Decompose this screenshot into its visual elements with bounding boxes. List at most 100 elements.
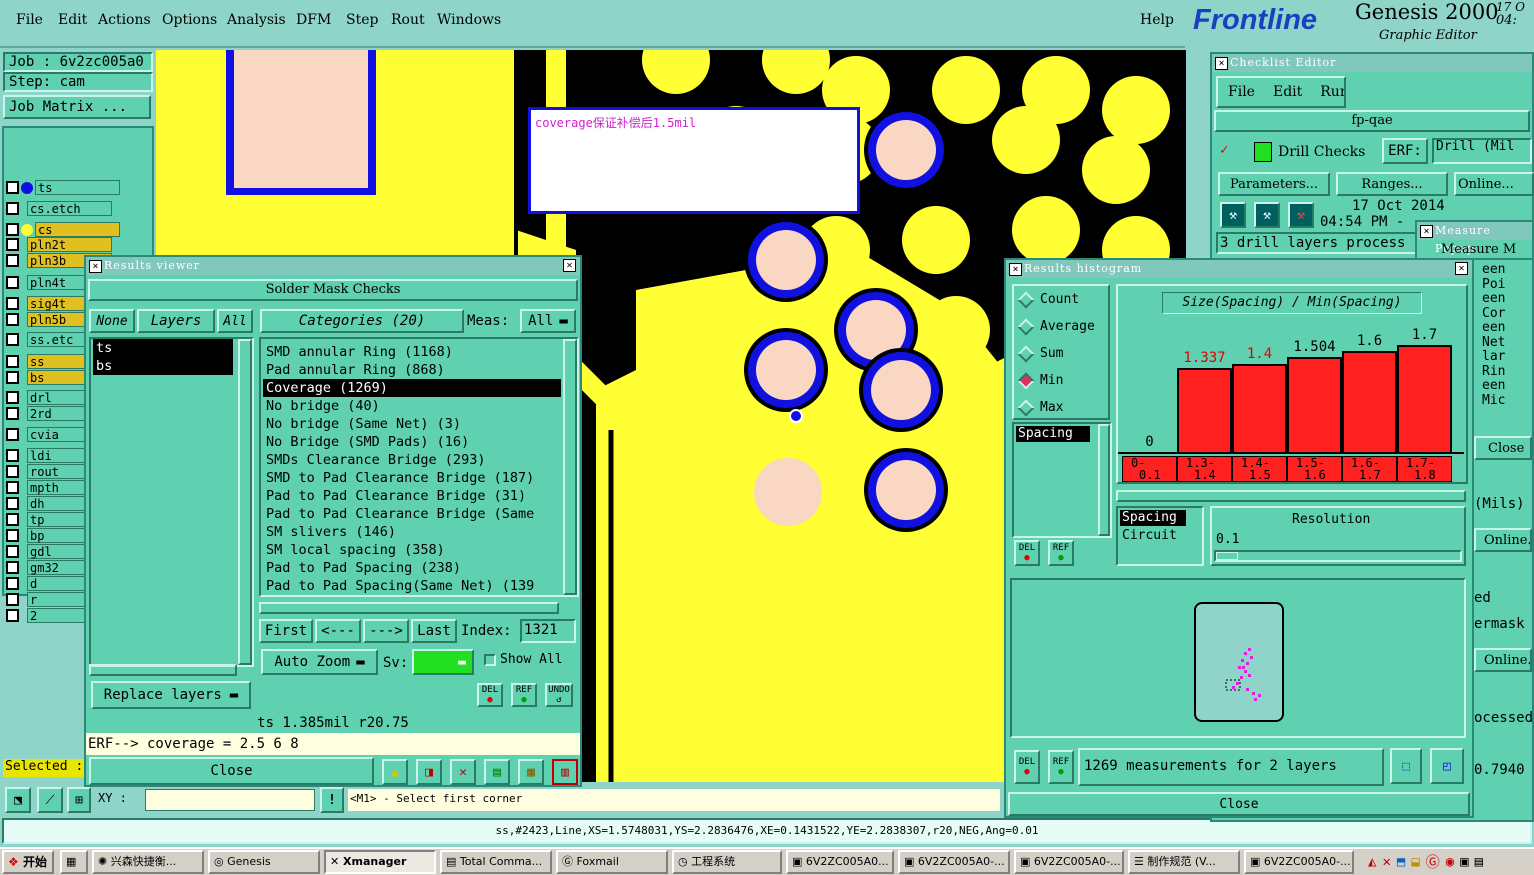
close-icon[interactable]: ✕ <box>563 259 576 272</box>
category-item[interactable]: Pad to Pad Clearance Bridge (Same <box>263 505 561 523</box>
tray-icon[interactable]: ◉ <box>1446 854 1454 870</box>
layer-checkbox[interactable] <box>6 238 19 251</box>
layer-checkbox[interactable] <box>6 481 19 494</box>
histogram-bar[interactable] <box>1342 351 1397 452</box>
replace-layers-dropdown[interactable]: Replace layers ▬ <box>91 681 251 709</box>
taskbar-item[interactable]: ☰ 制作规范 (V... <box>1128 850 1240 874</box>
category-item[interactable]: SMD annular Ring (1168) <box>263 343 561 361</box>
layer-checkbox[interactable] <box>6 497 19 510</box>
del-button[interactable]: DEL ● <box>477 683 503 707</box>
layer-checkbox[interactable] <box>6 202 19 215</box>
radio-icon[interactable] <box>1017 291 1035 308</box>
category-item[interactable]: SM local spacing (358) <box>263 541 561 559</box>
category-item[interactable]: No Bridge (SMD Pads) (16) <box>263 433 561 451</box>
vertical-scrollbar[interactable] <box>1098 424 1110 536</box>
stat-option-min[interactable]: Min <box>1017 372 1063 389</box>
taskbar-item[interactable]: ▣ 6V2ZC005A0-... <box>898 850 1010 874</box>
slider-handle[interactable] <box>1216 552 1238 560</box>
index-input[interactable]: 1321 <box>520 619 576 643</box>
menu-dfm[interactable]: DFM <box>296 12 331 28</box>
tray-icon[interactable]: ✕ <box>1382 854 1390 870</box>
export-tool-icon[interactable]: ◨ <box>416 759 442 785</box>
list-item[interactable]: bs <box>93 357 233 375</box>
first-button[interactable]: First <box>259 619 313 643</box>
auto-zoom-dropdown[interactable]: Auto Zoom ▬ <box>261 649 378 675</box>
layer-row[interactable]: cs <box>6 222 120 237</box>
undo-button[interactable]: UNDO ↺ <box>545 683 573 707</box>
layer-checkbox[interactable] <box>6 333 19 346</box>
online-button-2[interactable]: Online... <box>1474 528 1532 552</box>
category-item[interactable]: Pad to Pad Clearance Bridge (31) <box>263 487 561 505</box>
layer-name[interactable]: cs <box>35 222 120 237</box>
highlight-tool-icon[interactable]: ▲ <box>382 759 408 785</box>
layer-checkbox[interactable] <box>6 355 19 368</box>
type-listbox[interactable]: Spacing Circuit <box>1116 506 1204 566</box>
category-item[interactable]: Pad to Pad Spacing (238) <box>263 559 561 577</box>
menu-actions[interactable]: Actions <box>98 12 151 28</box>
categories-button[interactable]: Categories (20) <box>260 309 464 333</box>
tray-icon[interactable]: Ⓖ <box>1426 852 1440 872</box>
layer-checkbox[interactable] <box>6 593 19 606</box>
layer-row[interactable]: pln2t <box>6 237 112 252</box>
radio-icon[interactable] <box>1017 318 1035 335</box>
histogram-bar[interactable] <box>1397 345 1452 452</box>
sv-dropdown[interactable]: ▬ <box>412 649 474 675</box>
ref-button[interactable]: REF ● <box>511 683 537 707</box>
menu-file[interactable]: File <box>16 12 43 28</box>
measure-tool-icon[interactable]: ⟋ <box>37 787 63 813</box>
prev-button[interactable]: <--- <box>315 619 361 643</box>
taskbar-item[interactable]: ▣ 6V2ZC005A0-... <box>1244 850 1354 874</box>
horizontal-scrollbar[interactable] <box>1116 490 1466 502</box>
start-button[interactable]: ❖ 开始 <box>2 850 54 874</box>
category-item[interactable]: Pad to Pad Spacing(Same Net) (139 <box>263 577 561 595</box>
layer-checkbox[interactable] <box>6 513 19 526</box>
layer-listbox[interactable]: ts bs <box>89 337 254 667</box>
layer-checkbox[interactable] <box>6 371 19 384</box>
hist-ref-button[interactable]: REF ● <box>1048 540 1074 566</box>
list-item[interactable]: Circuit <box>1120 528 1186 544</box>
tray-icon[interactable]: ⬒ <box>1397 854 1405 870</box>
ranges-button[interactable]: Ranges... <box>1336 172 1448 196</box>
list-item[interactable]: ts <box>93 339 233 357</box>
layer-row[interactable]: cs.etch <box>6 201 112 216</box>
category-item[interactable]: SMD to Pad Clearance Bridge (187) <box>263 469 561 487</box>
hist-del-button-2[interactable]: DEL ● <box>1014 750 1040 784</box>
tray-icon[interactable]: ▤ <box>1475 854 1483 870</box>
layer-row[interactable]: ts <box>6 180 120 195</box>
close-icon[interactable]: ✕ <box>1455 262 1468 275</box>
hist-close-button[interactable]: Close <box>1008 792 1470 816</box>
layer-checkbox[interactable] <box>6 181 19 194</box>
field-listbox[interactable]: Spacing <box>1012 422 1112 538</box>
layer-checkbox[interactable] <box>6 428 19 441</box>
category-item[interactable]: SMDs Clearance Bridge (293) <box>263 451 561 469</box>
layer-checkbox[interactable] <box>6 223 19 236</box>
layer-checkbox[interactable] <box>6 391 19 404</box>
stat-option-count[interactable]: Count <box>1017 291 1079 308</box>
next-button[interactable]: ---> <box>363 619 409 643</box>
show-all-checkbox[interactable] <box>484 654 496 666</box>
erf-field[interactable]: Drill (Mil <box>1432 138 1532 164</box>
layer-checkbox[interactable] <box>6 577 19 590</box>
stat-option-average[interactable]: Average <box>1017 318 1095 335</box>
list-item[interactable]: Spacing <box>1016 426 1090 442</box>
menu-step[interactable]: Step <box>346 12 378 28</box>
layer-checkbox[interactable] <box>6 609 19 622</box>
radio-icon[interactable] <box>1017 345 1035 362</box>
radio-icon[interactable] <box>1017 399 1035 416</box>
hist-ref-button-2[interactable]: REF ● <box>1048 750 1074 784</box>
category-item[interactable]: Coverage (1269) <box>263 379 561 397</box>
remove-tool-icon[interactable]: ✕ <box>450 759 476 785</box>
layer-name[interactable]: pln2t <box>27 237 112 252</box>
layer-checkbox[interactable] <box>6 407 19 420</box>
quick-launch-icon[interactable]: ▦ <box>60 850 88 874</box>
layer-name[interactable]: ts <box>35 180 120 195</box>
stat-option-max[interactable]: Max <box>1017 399 1063 416</box>
menu-windows[interactable]: Windows <box>437 12 501 28</box>
layer-checkbox[interactable] <box>6 313 19 326</box>
layers-button[interactable]: Layers <box>137 309 215 333</box>
none-button[interactable]: None <box>89 309 135 333</box>
taskbar-item[interactable]: ✕ Xmanager <box>324 850 436 874</box>
menu-analysis[interactable]: Analysis <box>227 12 286 28</box>
run-icon[interactable]: ⚒ <box>1220 202 1246 228</box>
histogram-bar[interactable] <box>1287 357 1342 452</box>
